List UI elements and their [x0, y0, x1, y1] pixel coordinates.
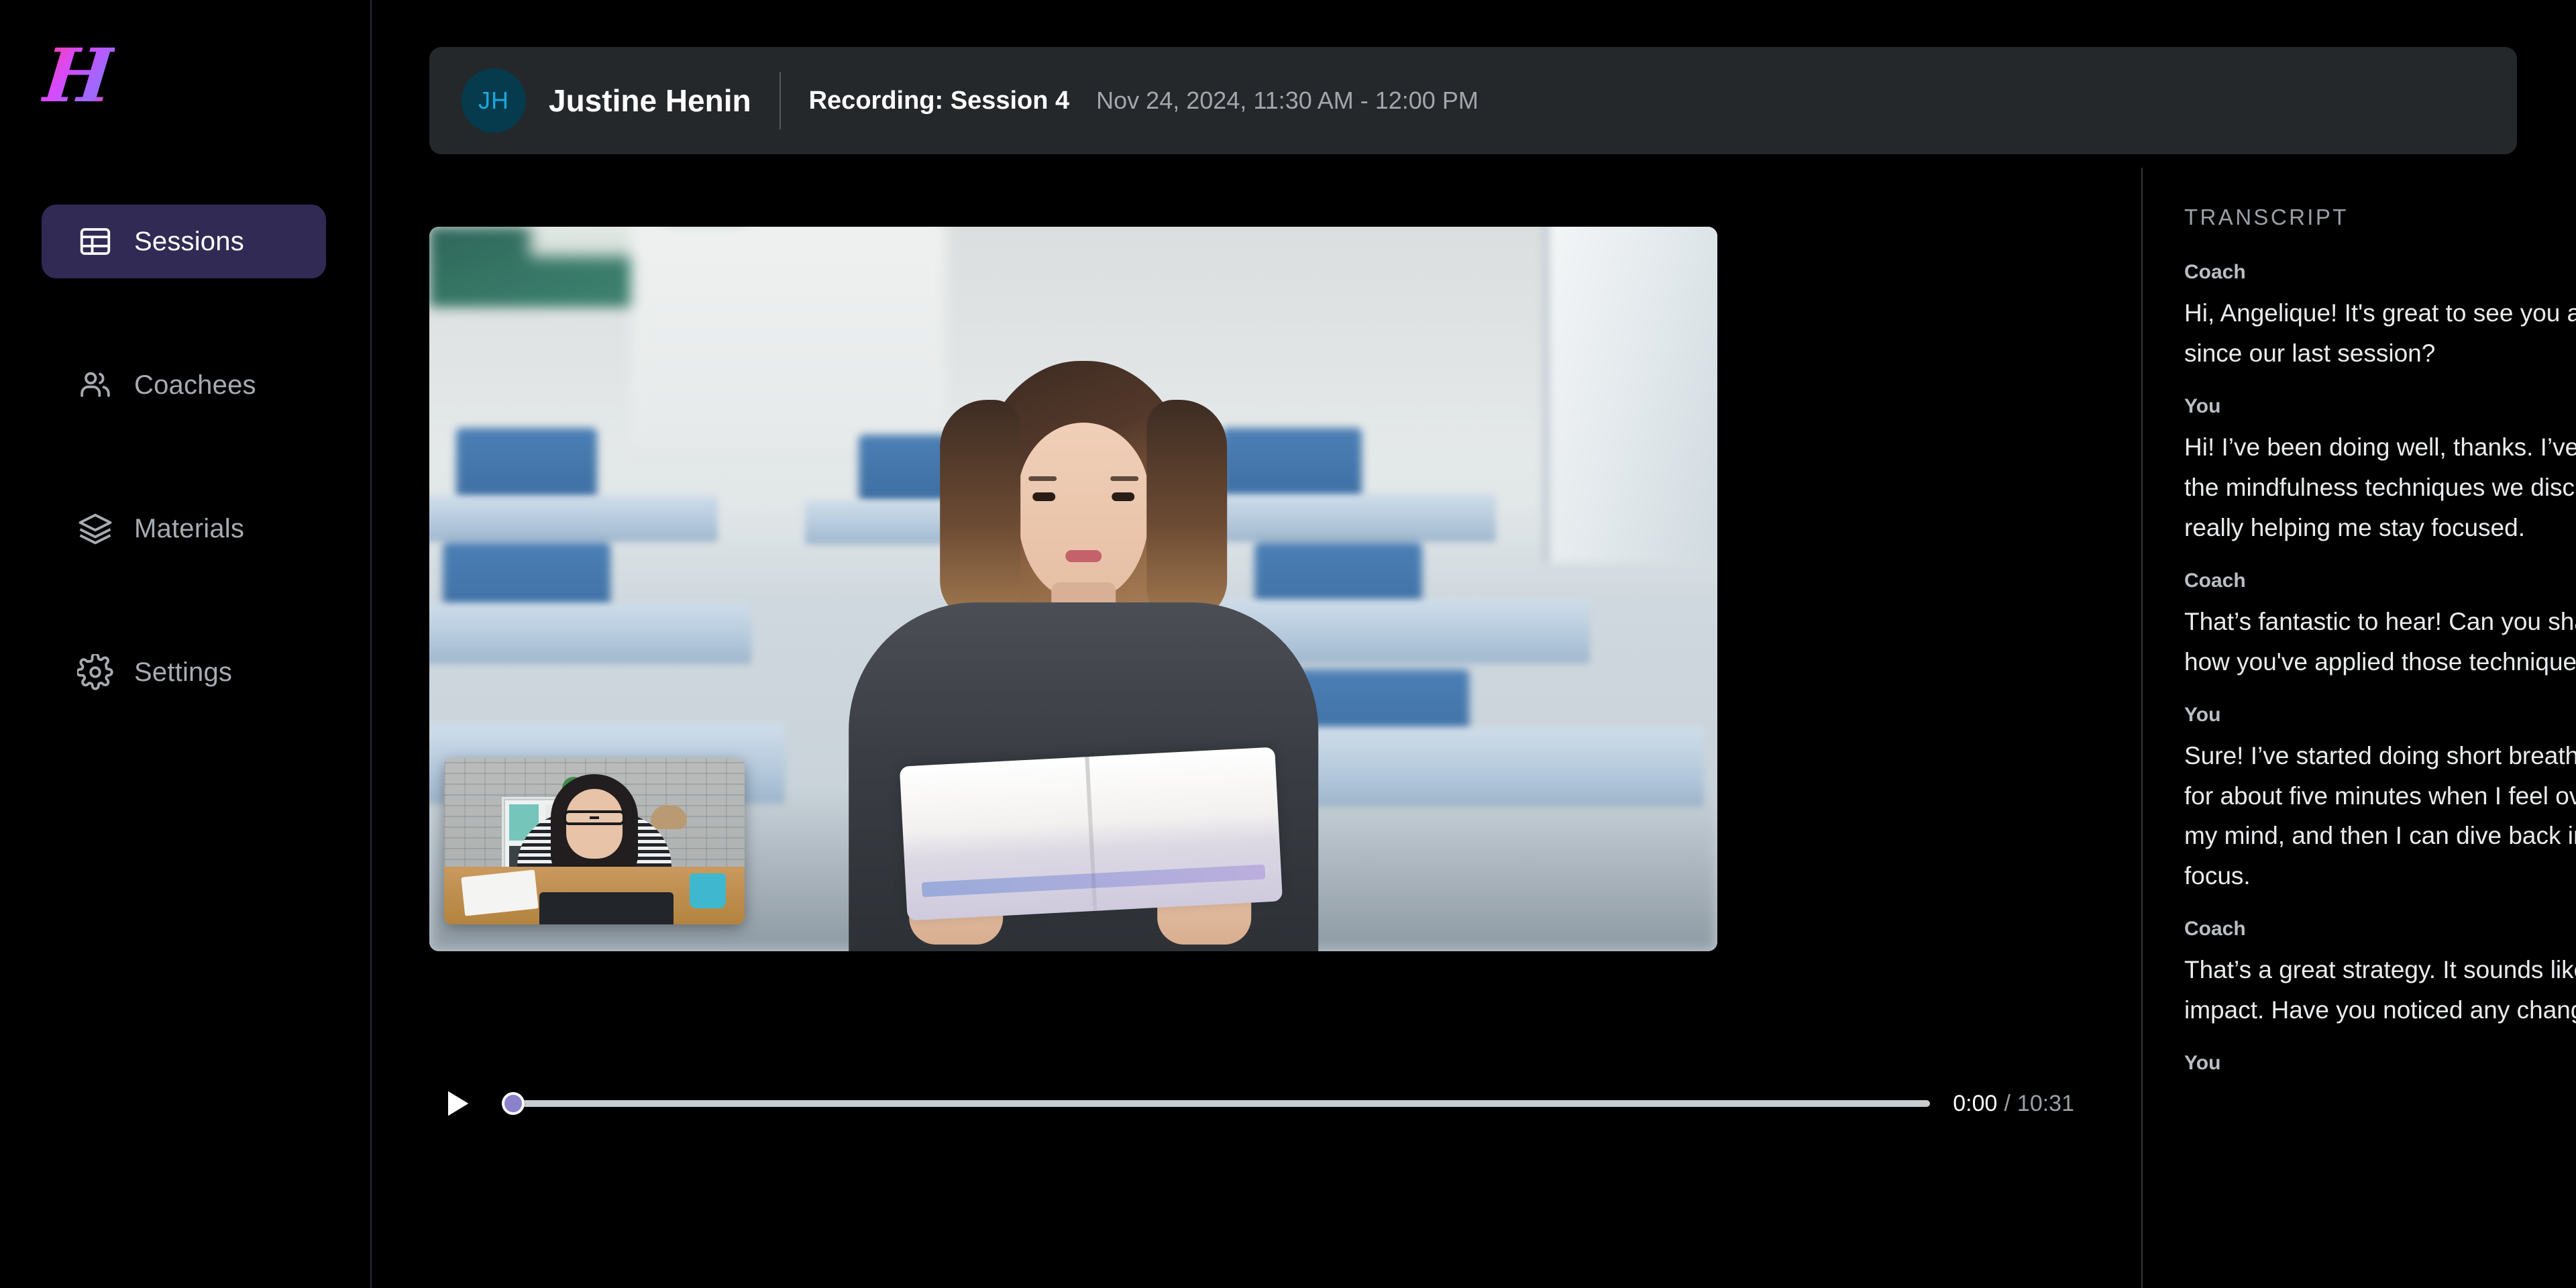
transcript-entry: Coach That’s a great strategy. It sounds…	[2184, 918, 2576, 1030]
player-controls: 0:00/ 10:31	[429, 1067, 2086, 1140]
seek-slider[interactable]	[502, 1089, 1931, 1118]
coachee-name: Justine Henin	[549, 83, 751, 118]
sidebar: H Sessions Coachees Materials Settings	[0, 0, 372, 1288]
transcript-entry: Coach That’s fantastic to hear! Can you …	[2184, 570, 2576, 682]
transcript-text: That’s a great strategy. It sounds like …	[2184, 956, 2576, 1024]
sidebar-item-sessions[interactable]: Sessions	[42, 205, 326, 278]
progress-track	[502, 1100, 1931, 1107]
transcript-panel[interactable]: TRANSCRIPT Coach Hi, Angelique! It's gre…	[2141, 168, 2576, 1288]
current-time: 0:00	[1953, 1090, 1998, 1116]
transcript-speaker: You	[2184, 1052, 2221, 1075]
time-separator: /	[2004, 1090, 2010, 1116]
header-divider	[779, 72, 781, 129]
app-root: H Sessions Coachees Materials Settings J…	[0, 0, 2576, 1288]
progress-thumb[interactable]	[502, 1092, 525, 1115]
transcript-speaker: You	[2184, 703, 2221, 726]
transcript-entry: You	[2184, 1052, 2576, 1075]
layers-icon	[76, 510, 114, 547]
picture-in-picture-video[interactable]	[444, 758, 745, 924]
sidebar-nav: Sessions Coachees Materials Settings	[0, 205, 372, 709]
app-logo[interactable]: H	[38, 32, 118, 119]
video-section: 0:00/ 10:31	[429, 168, 2086, 1288]
duration: 10:31	[2017, 1090, 2074, 1116]
transcript-text: Hi, Angelique! It's great to see you aga…	[2184, 299, 2576, 367]
play-button[interactable]	[436, 1083, 478, 1124]
transcript-speaker: Coach	[2184, 918, 2246, 941]
sidebar-item-label: Coachees	[134, 370, 256, 400]
sidebar-item-label: Sessions	[134, 226, 244, 256]
transcript-heading: TRANSCRIPT	[2184, 205, 2349, 229]
sidebar-item-materials[interactable]: Materials	[42, 492, 326, 566]
session-header: JH Justine Henin Recording: Session 4 No…	[429, 47, 2517, 154]
sidebar-item-label: Settings	[134, 657, 233, 687]
gear-icon	[76, 653, 114, 691]
main-content: JH Justine Henin Recording: Session 4 No…	[372, 0, 2576, 1288]
transcript-entry: You Hi! I’ve been doing well, thanks. I’…	[2184, 395, 2576, 548]
recording-date: Nov 24, 2024, 11:30 AM - 12:00 PM	[1096, 87, 1479, 114]
users-icon	[76, 366, 114, 404]
transcript-entry: Coach Hi, Angelique! It's great to see y…	[2184, 261, 2576, 374]
video-player[interactable]	[429, 227, 1717, 951]
time-display: 0:00/ 10:31	[1953, 1091, 2082, 1117]
transcript-text: Sure! I’ve started doing short breathing…	[2184, 741, 2576, 890]
avatar: JH	[462, 68, 526, 133]
transcript-text: Hi! I’ve been doing well, thanks. I’ve b…	[2184, 433, 2576, 541]
table-icon	[76, 223, 114, 260]
play-icon	[448, 1091, 469, 1116]
transcript-speaker: You	[2184, 394, 2221, 417]
transcript-speaker: Coach	[2184, 569, 2246, 592]
logo-letter: H	[39, 32, 117, 119]
recording-title: Recording: Session 4	[808, 86, 1070, 115]
transcript-entry: You Sure! I’ve started doing short breat…	[2184, 704, 2576, 897]
sidebar-item-label: Materials	[134, 513, 245, 543]
transcript-text: That’s fantastic to hear! Can you share …	[2184, 607, 2576, 676]
sidebar-item-coachees[interactable]: Coachees	[42, 348, 326, 422]
video-subject	[828, 361, 1338, 951]
window	[1543, 227, 1717, 562]
transcript-speaker: Coach	[2184, 261, 2246, 283]
sidebar-item-settings[interactable]: Settings	[42, 635, 326, 709]
